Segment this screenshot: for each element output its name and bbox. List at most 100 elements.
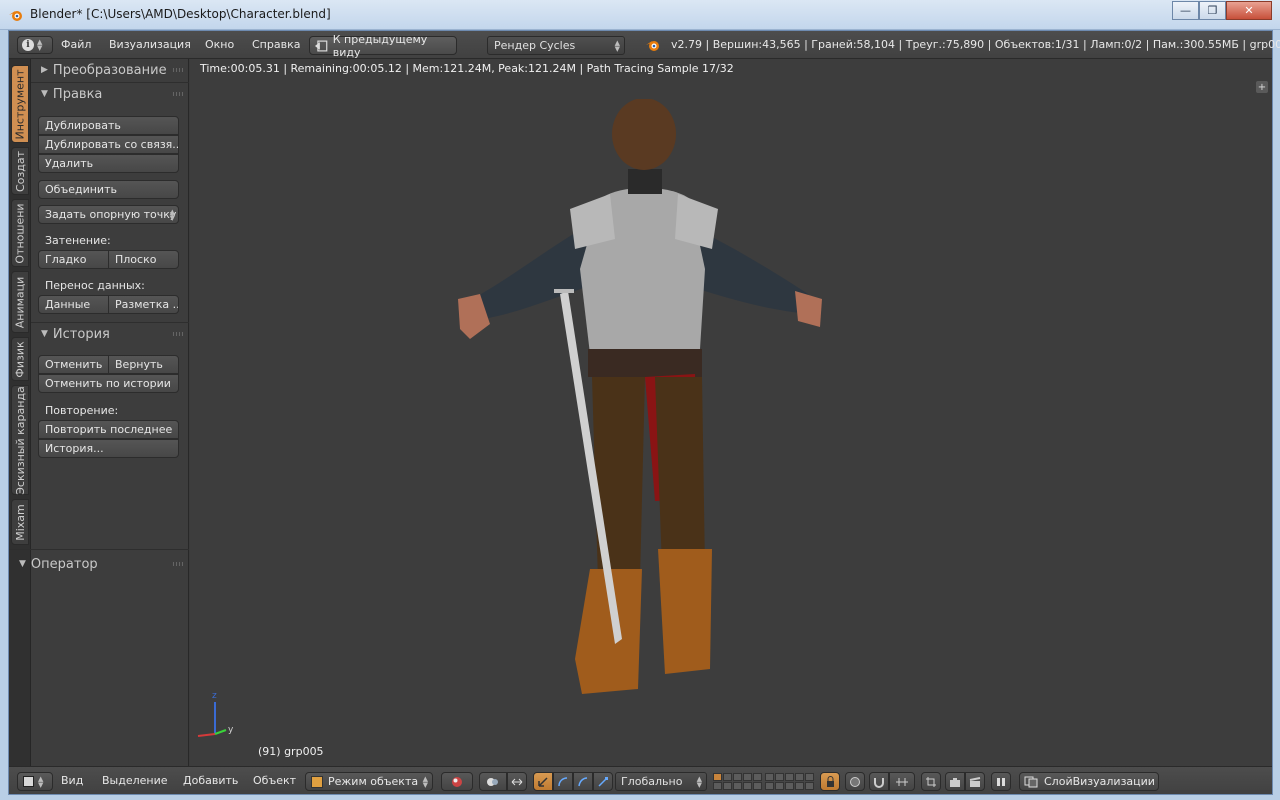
drag-grip-icon[interactable] [172,332,183,336]
menu-add[interactable]: Добавить [183,774,238,787]
undo-button[interactable]: Отменить [38,355,109,374]
history-panel-title: История [52,326,110,342]
undo-history-button[interactable]: Отменить по истории [38,374,179,393]
axis-gizmo: z y [197,691,234,737]
drag-grip-icon[interactable] [172,562,183,566]
blender-window: i ▲ ▼ Файл Визуализация Окно Справка К пр… [8,30,1280,795]
clapper-icon [969,776,981,787]
rotate-manipulator-button[interactable] [553,772,573,791]
set-origin-button[interactable]: Задать опорную точку ▲ ▼ [38,205,179,224]
manipulator-toggle[interactable] [507,772,527,791]
scene-stats: v2.79 | Вершин:43,565 | Граней:58,104 | … [671,38,1280,51]
repeat-last-button[interactable]: Повторить последнее [38,420,179,439]
duplicate-button[interactable]: Дублировать [38,116,179,135]
data-layout-button[interactable]: Разметка ... [108,295,179,314]
transform-panel-header[interactable]: ▶ Преобразование [31,59,189,81]
transform-panel-title: Преобразование [52,62,167,78]
shade-smooth-button[interactable]: Гладко [38,250,109,269]
menu-select[interactable]: Выделение [102,774,168,787]
data-transfer-button[interactable]: Данные [38,295,109,314]
render-engine-label: Рендер Cycles [494,39,576,52]
updown-arrows-icon: ▲ ▼ [169,208,175,222]
drag-grip-icon[interactable] [172,92,183,96]
proportional-icon [850,776,860,787]
3d-view-header: ▲ ▼ Вид Выделение Добавить Объект Режим о… [9,766,1272,794]
menu-render[interactable]: Визуализация [109,38,191,51]
editor-type-button[interactable]: i ▲ ▼ [17,36,53,54]
expand-region-icon[interactable]: + [1256,81,1268,93]
menu-file[interactable]: Файл [61,38,91,51]
layers-grid-1[interactable] [713,773,762,790]
character-model[interactable] [450,99,830,719]
menu-window[interactable]: Окно [205,38,234,51]
tab-physics[interactable]: Физик [11,337,29,381]
tool-tabs: Инструмент Создат Отношени Анимаци Физик… [9,59,31,766]
maximize-button[interactable]: ❐ [1199,1,1226,20]
menu-help[interactable]: Справка [252,38,300,51]
window-titlebar: Blender* [C:\Users\AMD\Desktop\Character… [0,0,1280,30]
viewport-shading-button[interactable] [441,772,473,791]
translate-manipulator-button[interactable] [533,772,553,791]
tab-relations[interactable]: Отношени [11,199,29,267]
tab-physics-label: Физик [13,340,27,378]
arc-manipulator-button[interactable] [573,772,593,791]
delete-button[interactable]: Удалить [38,154,179,173]
shading-sphere-icon [452,776,462,787]
shade-flat-button[interactable]: Плоско [108,250,179,269]
blender-logo-icon [646,41,659,51]
render-engine-select[interactable]: Рендер Cycles ▲ ▼ [487,36,625,55]
object-mode-icon [311,775,323,788]
layers-grid-2[interactable] [765,773,814,790]
tab-animation-label: Анимаци [13,276,27,328]
operator-panel-header[interactable]: ▼ Оператор [9,553,189,575]
tab-animation[interactable]: Анимаци [11,271,29,333]
snap-element-icon [896,777,908,786]
duplicate-linked-button[interactable]: Дублировать со связя... [38,135,179,154]
interaction-mode-select[interactable]: Режим объекта ▲ ▼ [305,772,433,791]
operator-panel-title: Оператор [30,556,98,572]
camera-icon [950,777,960,787]
expanded-triangle-icon: ▼ [19,559,26,569]
tab-grease-pencil[interactable]: Эскизный каранда [11,385,29,495]
pivot-point-button[interactable] [479,772,507,791]
tab-create[interactable]: Создат [11,147,29,195]
join-button[interactable]: Объединить [38,180,179,199]
minimize-button[interactable]: — [1172,1,1199,20]
render-region-button[interactable] [921,772,941,791]
updown-arrows-icon: ▲ ▼ [38,774,44,789]
edit-panel-header[interactable]: ▼ Правка [31,83,189,105]
info-header: i ▲ ▼ Файл Визуализация Окно Справка К пр… [9,31,1280,59]
proportional-edit-button[interactable] [845,772,865,791]
redo-button[interactable]: Вернуть [108,355,179,374]
menu-object[interactable]: Объект [253,774,296,787]
scale-manipulator-button[interactable] [593,772,613,791]
snap-toggle[interactable] [869,772,889,791]
pause-icon [997,777,1005,786]
tab-tools[interactable]: Инструмент [11,65,29,143]
pause-render-button[interactable] [991,772,1011,791]
menu-view[interactable]: Вид [61,774,83,787]
editor-type-button[interactable]: ▲ ▼ [17,772,53,791]
edit-panel-title: Правка [52,86,103,102]
repeat-label: Повторение: [45,404,119,417]
opengl-render-button[interactable] [945,772,965,791]
snap-element-select[interactable] [889,772,915,791]
tab-create-label: Создат [13,150,27,192]
3d-viewport[interactable]: Time:00:05.31 | Remaining:00:05.12 | Mem… [190,59,1272,766]
opengl-animation-button[interactable] [965,772,985,791]
collapsed-triangle-icon: ▶ [41,65,48,75]
history-panel-header[interactable]: ▼ История [31,323,189,345]
close-button[interactable]: ✕ [1226,1,1272,20]
transform-orientation-select[interactable]: Глобально ▲ ▼ [615,772,707,791]
back-to-previous-button[interactable]: К предыдущему виду [309,33,457,59]
mode-label: Режим объекта [328,775,419,788]
expanded-triangle-icon: ▼ [41,329,48,339]
set-origin-label: Задать опорную точку [45,208,177,221]
drag-grip-icon[interactable] [172,68,183,72]
lock-camera-button[interactable] [820,772,840,791]
render-layer-button[interactable]: СлойВизуализации [1019,772,1159,791]
tab-tools-label: Инструмент [13,68,27,140]
repeat-history-button[interactable]: История... [38,439,179,458]
tab-mixamo[interactable]: Mixam [11,499,29,545]
expanded-triangle-icon: ▼ [41,89,48,99]
